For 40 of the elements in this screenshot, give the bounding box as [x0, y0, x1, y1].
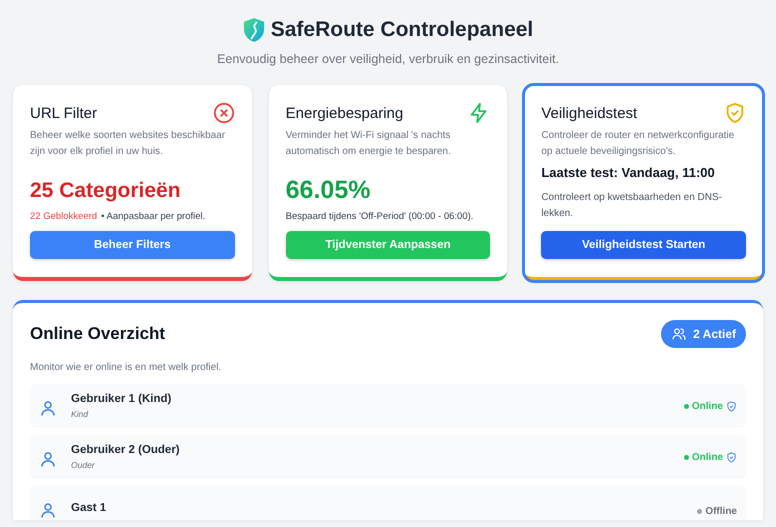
card-title: URL Filter [30, 104, 97, 122]
shield-check-icon [726, 400, 737, 412]
user-name: Gebruiker 1 (Kind) [71, 393, 172, 405]
savings-percentage: 66.05% [286, 176, 372, 205]
card-title: Energiebesparing [286, 104, 404, 122]
blocked-count: 22 Geblokkeerd [30, 211, 98, 222]
status-label: Online [692, 452, 723, 462]
users-icon [671, 326, 688, 342]
user-icon [39, 450, 57, 468]
subtitle: Eenvoudig beheer over veiligheid, verbruik en gezinsactiviteit. [217, 52, 559, 66]
user-row[interactable]: Gast 1 Offline [30, 486, 746, 520]
card-description: Controleer de router en netwerkconfiguratie op actuele beveiligingsrisico's. [541, 129, 736, 159]
shield-check-icon [724, 102, 746, 124]
note-text: Bespaard tijdens 'Off-Period' (00:00 - 06:00). [286, 211, 474, 222]
note-text: Controleert op kwetsbaarheden en DNS-lekken. [541, 191, 723, 221]
app-title: SafeRoute Controlepaneel [270, 18, 534, 42]
shield-logo-icon [242, 17, 265, 43]
status-label: Online [692, 400, 723, 412]
card-title: Veiligheidstest [541, 104, 638, 122]
user-profile: Ouder [71, 460, 96, 470]
user-name: Gebruiker 2 (Ouder) [71, 444, 181, 456]
last-test-label: Laatste test: Vandaag, 11:00 [541, 165, 716, 180]
status-label: Offline [705, 506, 737, 516]
user-icon [39, 501, 57, 519]
user-row[interactable]: Gebruiker 1 (Kind) Kind Online [30, 384, 746, 428]
note-text: • Aanpasbaar per profiel. [101, 211, 206, 222]
close-circle-icon [212, 102, 235, 124]
card-description: Beheer welke soorten websites beschikbaar zijn voor elk profiel in uw huis. [30, 129, 226, 159]
badge-label: 2 Actief [693, 327, 736, 341]
user-icon [39, 399, 57, 417]
action-button[interactable]: Beheer Filters [30, 231, 235, 259]
panel-description: Monitor wie er online is en met welk profiel. [30, 362, 222, 373]
user-profile: Kind [71, 409, 90, 419]
shield-check-icon [726, 452, 737, 462]
user-row[interactable]: Gebruiker 2 (Ouder) Ouder Online [30, 435, 746, 479]
user-name: Gast 1 [71, 502, 108, 514]
panel-title: Online Overzicht [30, 324, 166, 344]
card-description: Verminder het Wi-Fi signaal 's nachts automatisch om energie te besparen. [286, 129, 452, 159]
category-count: 25 Categorieën [30, 179, 182, 203]
action-button[interactable]: Veiligheidstest Starten [541, 231, 746, 259]
